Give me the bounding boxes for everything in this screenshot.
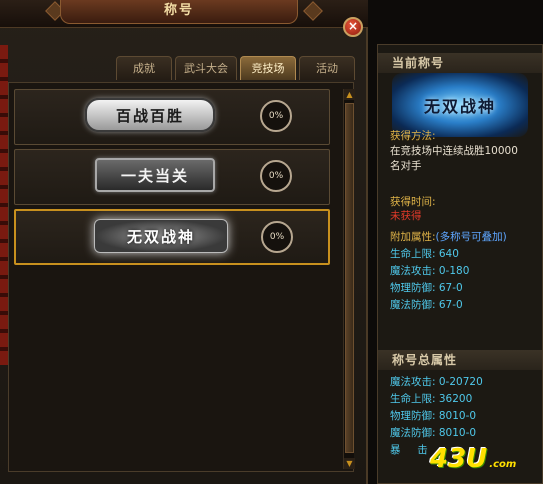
total-attr-line: 生命上限: 36200 [390, 393, 473, 405]
watermark-main: 43U [430, 444, 488, 474]
tab-arena[interactable]: 竞技场 [240, 56, 296, 80]
title-window: 称号 × 成就 武斗大会 竞技场 活动 百战百胜 0% 一夫当关 0% 无双战神… [0, 0, 368, 484]
title-row-2[interactable]: 一夫当关 0% [14, 149, 330, 205]
time-label: 获得时间: [390, 196, 436, 208]
close-button[interactable]: × [343, 17, 363, 37]
total-attr-line: 魔法攻击: 0-20720 [390, 376, 483, 388]
total-attrs-header: 称号总属性 [378, 350, 542, 370]
title-row-3[interactable]: 无双战神 0% [14, 209, 330, 265]
attr-line: 物理防御: 67-0 [390, 282, 463, 294]
watermark-suffix: .com [489, 459, 517, 470]
bonus-line: 附加属性:(多称号可叠加) [390, 230, 507, 244]
tab-achievements[interactable]: 成就 [116, 56, 172, 80]
current-title-header: 当前称号 [378, 53, 542, 73]
title-badge: 无双战神 [94, 219, 228, 253]
list-scrollbar[interactable]: ▲ ▼ [343, 89, 355, 469]
attr-line: 魔法攻击: 0-180 [390, 265, 470, 277]
title-row-1[interactable]: 百战百胜 0% [14, 89, 330, 145]
title-badge: 一夫当关 [95, 158, 215, 192]
attr-line: 生命上限: 640 [390, 248, 459, 260]
method-label: 获得方法: [390, 130, 436, 142]
title-badge: 百战百胜 [85, 98, 215, 132]
progress-circle: 0% [261, 221, 293, 253]
tab-martial-tournament[interactable]: 武斗大会 [175, 56, 237, 80]
bonus-note: (多称号可叠加) [435, 231, 507, 243]
tab-events[interactable]: 活动 [299, 56, 355, 80]
title-ornament-right [303, 1, 323, 21]
progress-circle: 0% [260, 160, 292, 192]
site-watermark-logo: 43U .com [430, 444, 540, 480]
scroll-thumb[interactable] [345, 103, 354, 453]
title-detail-panel: 当前称号 无双战神 获得方法: 在竞技场中连续战胜10000 名对手 获得时间:… [377, 44, 543, 484]
window-left-edge [0, 45, 8, 365]
attr-line: 魔法防御: 67-0 [390, 299, 463, 311]
scroll-up-arrow-icon[interactable]: ▲ [344, 89, 355, 100]
time-value: 未获得 [390, 210, 422, 222]
method-text-cont: 名对手 [390, 160, 422, 172]
progress-circle: 0% [260, 100, 292, 132]
window-title: 称号 [60, 0, 298, 24]
total-attr-line: 物理防御: 8010-0 [390, 410, 477, 422]
title-list: 百战百胜 0% 一夫当关 0% 无双战神 0% ▲ ▼ [8, 82, 355, 472]
title-bar: 称号 [0, 0, 368, 28]
scroll-down-arrow-icon[interactable]: ▼ [344, 458, 355, 469]
total-attr-line: 暴 击 [390, 444, 428, 456]
total-attr-line: 魔法防御: 8010-0 [390, 427, 477, 439]
bonus-label: 附加属性: [390, 231, 436, 243]
current-title-badge: 无双战神 [392, 73, 528, 137]
tab-bar: 成就 武斗大会 竞技场 活动 [116, 56, 355, 80]
method-text: 在竞技场中连续战胜10000 [390, 145, 518, 157]
